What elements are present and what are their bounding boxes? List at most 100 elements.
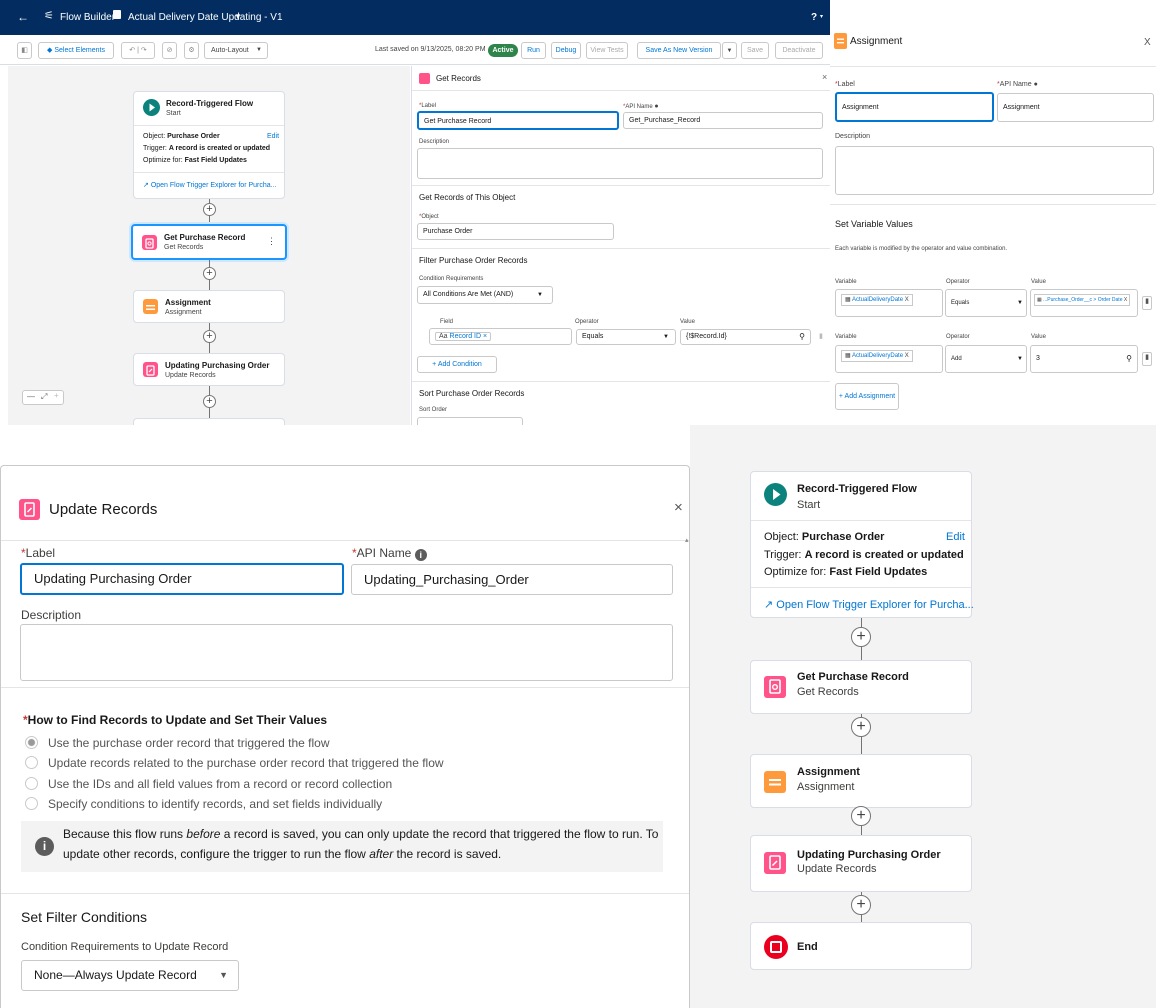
sort-order-select[interactable] [417,417,523,425]
save-menu-button[interactable]: ▼ [722,42,737,59]
remove-icon[interactable]: × [483,333,487,340]
gear-icon: ⚙ [188,47,195,54]
description-input[interactable] [20,624,673,681]
close-icon[interactable]: × [674,499,683,516]
condition-requirements-select[interactable]: All Conditions Are Met (AND) ▼ [417,286,553,304]
scroll-up-icon[interactable]: ▴ [685,536,689,544]
close-icon[interactable]: X [1144,37,1151,48]
label-input[interactable]: Get Purchase Record [417,111,619,130]
value-input[interactable]: ▦ ...Purchase_Order__c > Order Date X [1030,289,1138,317]
api-name-input[interactable]: Updating_Purchasing_Order [351,564,673,595]
option-triggering-record[interactable]: Use the purchase order record that trigg… [25,736,329,750]
description-input[interactable] [417,148,823,179]
chevron-down-icon[interactable]: ▼ [234,12,242,21]
add-element-plus-icon[interactable]: + [203,330,216,343]
debug-button[interactable]: Debug [551,42,581,59]
description-input[interactable] [835,146,1154,195]
label-input[interactable]: Updating Purchasing Order [20,563,344,595]
variable-input[interactable]: ▦ ActualDeliveryDate X [835,345,943,373]
variable-pill[interactable]: ▦ ActualDeliveryDate X [841,350,913,362]
disable-button[interactable]: ⊘ [162,42,177,59]
edit-link[interactable]: Edit [267,133,279,140]
radio-icon[interactable] [25,777,38,790]
fit-view-button[interactable]: ⤢ [41,392,47,402]
radio-icon[interactable] [25,756,38,769]
help-icon[interactable]: ? [811,12,817,23]
edit-link[interactable]: Edit [946,531,965,543]
api-name-label: *API Name i [352,546,427,561]
add-assignment-button[interactable]: + Add Assignment [835,383,899,410]
condition-requirements-value: None—Always Update Record [34,968,197,982]
remove-icon[interactable]: X [1124,297,1127,303]
add-element-plus-icon[interactable]: + [851,895,871,915]
save-as-new-version-button[interactable]: Save As New Version [637,42,721,59]
value-input[interactable]: 3 ⚲ [1030,345,1138,373]
add-element-plus-icon[interactable]: + [851,717,871,737]
view-tests-button[interactable]: View Tests [586,42,628,59]
select-elements-button[interactable]: ◆ Select Elements [38,42,114,59]
add-element-plus-icon[interactable]: + [851,627,871,647]
trigger-explorer-link[interactable]: ↗ Open Flow Trigger Explorer for Purcha.… [764,598,974,611]
variable-input[interactable]: ▦ ActualDeliveryDate X [835,289,943,317]
start-node[interactable]: Record-Triggered Flow Start Object: Purc… [133,91,285,199]
help-chevron-icon[interactable]: ▾ [820,13,823,20]
delete-icon[interactable]: ▮ [1142,296,1152,310]
end-node[interactable]: End [750,922,972,970]
update-records-node[interactable]: Updating Purchasing Order Update Records [750,835,972,892]
field-input[interactable]: Aa Record ID × [429,328,572,345]
radio-selected-icon[interactable] [25,736,38,749]
plus-icon: + [838,393,843,400]
remove-icon[interactable]: X [905,353,909,359]
radio-icon[interactable] [25,797,38,810]
field-pill[interactable]: Aa Record ID × [435,332,492,341]
trigger-explorer-link[interactable]: ↗ Open Flow Trigger Explorer for Purcha.… [143,181,277,189]
start-node[interactable]: Record-Triggered Flow Start Object: Purc… [750,471,974,618]
get-purchase-record-node[interactable]: Get Purchase Record Get Records ⋮ [131,224,287,260]
add-element-plus-icon[interactable]: + [851,806,871,826]
close-icon[interactable]: × [822,72,827,82]
operator-select[interactable]: Equals ▼ [945,289,1027,317]
label-input[interactable]: Assignment [835,92,994,122]
add-condition-button[interactable]: + Add Condition [417,356,497,373]
object-input[interactable]: Purchase Order [417,223,614,240]
settings-button[interactable]: ⚙ [184,42,199,59]
option-specify-conditions[interactable]: Specify conditions to identify records, … [25,797,382,811]
delete-icon[interactable]: ▮ [1142,352,1152,366]
condition-requirements-select[interactable]: None—Always Update Record ▼ [21,960,239,991]
add-element-plus-icon[interactable]: + [203,203,216,216]
get-purchase-record-node[interactable]: Get Purchase Record Get Records [750,660,972,714]
variable-pill[interactable]: ▦ ActualDeliveryDate X [841,294,913,306]
node-title: Assignment [165,298,211,307]
delete-icon[interactable]: ▮ [819,332,823,340]
undo-redo-button[interactable]: ↶ | ↷ [121,42,155,59]
api-name-input[interactable]: Assignment [997,93,1154,122]
operator-select[interactable]: Add ▼ [945,345,1027,373]
add-element-plus-icon[interactable]: + [203,267,216,280]
deactivate-button[interactable]: Deactivate [775,42,823,59]
update-records-node[interactable]: Updating Purchasing Order Update Records [133,353,285,386]
add-element-plus-icon[interactable]: + [203,395,216,408]
zoom-out-button[interactable]: — [27,392,35,401]
back-arrow-icon[interactable]: ← [17,10,29,24]
zoom-in-button[interactable]: + [54,391,59,400]
flow-canvas[interactable]: Record-Triggered Flow Start Object: Purc… [8,66,410,425]
value-pill[interactable]: ▦ ...Purchase_Order__c > Order Date X [1034,294,1131,306]
toggle-panel-button[interactable]: ◧ [17,42,32,59]
more-actions-icon[interactable]: ⋮ [267,236,276,247]
value-input[interactable]: {!$Record.Id} ⚲ [680,329,811,345]
remove-icon[interactable]: X [905,297,909,303]
operator-select[interactable]: Equals ▼ [576,329,676,345]
update-records-panel: Update Records × *Label Updating Purchas… [0,465,690,1008]
option-record-collection[interactable]: Use the IDs and all field values from a … [25,777,392,791]
layout-select[interactable]: Auto-Layout ▼ [204,42,268,59]
assignment-node[interactable]: Assignment Assignment [133,290,285,323]
variable-label: Variable [835,334,857,340]
scrollbar[interactable]: ▴ [685,536,689,1006]
flow-diagram-panel[interactable]: Record-Triggered Flow Start Object: Purc… [690,425,1156,1008]
option-related-records[interactable]: Update records related to the purchase o… [25,756,444,770]
assignment-node[interactable]: Assignment Assignment [750,754,972,808]
option-label: Specify conditions to identify records, … [48,797,383,811]
api-name-input[interactable]: Get_Purchase_Record [623,112,823,129]
save-button[interactable]: Save [741,42,769,59]
run-button[interactable]: Run [521,42,546,59]
